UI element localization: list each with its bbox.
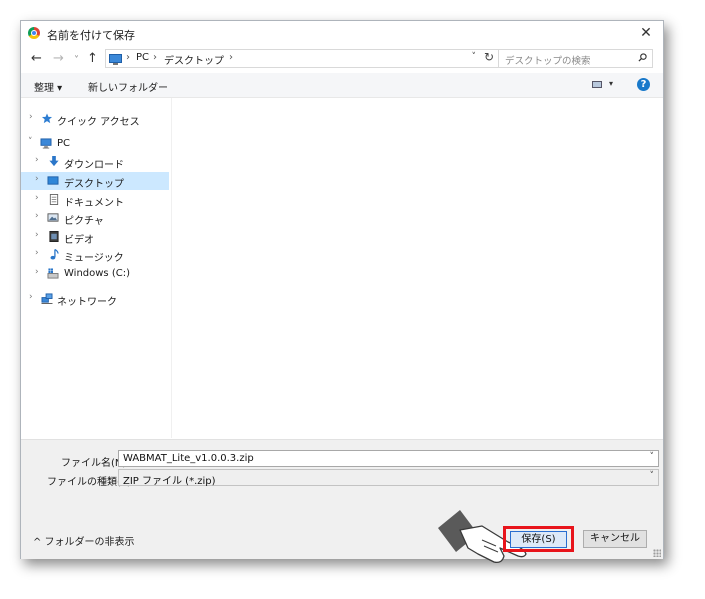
expand-chevron-icon[interactable]: › (35, 267, 39, 277)
chrome-icon (28, 27, 40, 39)
window-title: 名前を付けて保存 (47, 29, 135, 42)
tree-item-label: クイック アクセス (57, 117, 140, 128)
view-options-icon[interactable] (592, 81, 602, 88)
tree-item-music[interactable]: › ミュージック (21, 246, 169, 264)
filetype-select[interactable]: ZIP ファイル (*.zip) ˅ (118, 469, 659, 487)
drive-icon (47, 268, 59, 279)
expand-chevron-icon[interactable]: › (35, 248, 39, 258)
desktop-icon (47, 176, 59, 185)
save-as-dialog: 名前を付けて保存 ✕ ← → ˅ ↑ › PC › デスクトップ › ˅ ↻ デ… (20, 20, 664, 564)
navigation-pane: › クイック アクセス ˅ PC › ダウンロード › デスクトップ › ドキュ… (21, 98, 172, 438)
tree-item-pc[interactable]: ˅ PC (21, 135, 169, 153)
tree-item-label: ダウンロード (64, 160, 124, 171)
refresh-icon[interactable]: ↻ (484, 50, 494, 64)
music-icon (50, 249, 59, 260)
expand-chevron-icon[interactable]: › (29, 112, 33, 122)
expand-chevron-icon[interactable]: › (35, 211, 39, 221)
expand-chevron-icon[interactable]: › (35, 155, 39, 165)
up-button[interactable]: ↑ (87, 51, 98, 67)
close-button[interactable]: ✕ (637, 24, 655, 42)
breadcrumb-desktop[interactable]: デスクトップ (164, 52, 224, 67)
title-bar: 名前を付けて保存 ✕ (21, 21, 663, 47)
expand-chevron-icon[interactable]: › (35, 193, 39, 203)
search-input[interactable]: デスクトップの検索 (498, 49, 653, 68)
address-bar[interactable]: › PC › デスクトップ › ˅ ↻ (105, 49, 499, 68)
tree-item-label: Windows (C:) (64, 268, 130, 279)
tree-item-label: ミュージック (64, 253, 124, 264)
tree-item-label: デスクトップ (64, 179, 124, 190)
tree-item-label: PC (57, 138, 71, 149)
navigation-bar: ← → ˅ ↑ › PC › デスクトップ › ˅ ↻ デスクトップの検索 (21, 47, 663, 73)
tree-item-network[interactable]: › ネットワーク (21, 290, 169, 308)
back-button[interactable]: ← (31, 51, 42, 67)
save-button-highlight: 保存(S) (503, 526, 574, 552)
filename-input[interactable]: WABMAT_Lite_v1.0.0.3.zip ˅ (118, 450, 659, 467)
command-toolbar: 整理 ▾ 新しいフォルダー ▾ ? (21, 73, 663, 98)
breadcrumb-pc[interactable]: PC (136, 52, 149, 63)
pc-icon (109, 54, 122, 65)
breadcrumb-separator: › (229, 52, 233, 63)
breadcrumb-separator: › (153, 52, 157, 63)
star-icon (41, 113, 53, 124)
chevron-down-icon[interactable]: ˅ (650, 471, 655, 481)
search-placeholder: デスクトップの検索 (505, 56, 591, 67)
tree-item-videos[interactable]: › ビデオ (21, 228, 169, 246)
video-icon (49, 231, 59, 242)
tree-item-downloads[interactable]: › ダウンロード (21, 153, 169, 171)
help-icon[interactable]: ? (637, 78, 650, 91)
view-dropdown-button[interactable]: ▾ (609, 79, 613, 88)
breadcrumb-separator: › (126, 52, 130, 63)
cancel-button[interactable]: キャンセル (583, 530, 647, 548)
chevron-down-icon[interactable]: ˅ (650, 452, 655, 462)
search-icon[interactable] (638, 53, 647, 62)
forward-button[interactable]: → (53, 51, 64, 67)
address-dropdown-button[interactable]: ˅ (472, 52, 477, 62)
picture-icon (47, 213, 59, 222)
tree-item-label: ピクチャ (64, 216, 104, 227)
resize-grip-icon[interactable] (653, 549, 661, 557)
save-button[interactable]: 保存(S) (510, 531, 567, 548)
tree-item-documents[interactable]: › ドキュメント (21, 191, 169, 209)
save-form-panel: ファイル名(N): WABMAT_Lite_v1.0.0.3.zip ˅ ファイ… (21, 439, 663, 564)
hide-folders-button[interactable]: ^ フォルダーの非表示 (33, 533, 135, 548)
tree-item-quick-access[interactable]: › クイック アクセス (21, 110, 169, 128)
tree-item-label: ドキュメント (64, 198, 124, 209)
new-folder-button[interactable]: 新しいフォルダー (88, 79, 168, 94)
download-icon (49, 156, 59, 167)
expand-chevron-icon[interactable]: › (29, 292, 33, 302)
organize-button[interactable]: 整理 ▾ (34, 79, 62, 94)
tree-item-label: ビデオ (64, 235, 94, 246)
network-icon (41, 293, 53, 304)
tree-item-pictures[interactable]: › ピクチャ (21, 209, 169, 227)
document-icon (49, 194, 59, 205)
expand-chevron-icon[interactable]: › (35, 174, 39, 184)
tree-item-windows-drive[interactable]: › Windows (C:) (21, 265, 169, 283)
tree-item-desktop[interactable]: › デスクトップ (21, 172, 169, 190)
tree-item-label: ネットワーク (57, 297, 117, 308)
recent-locations-button[interactable]: ˅ (74, 53, 79, 69)
expand-chevron-icon[interactable]: › (35, 230, 39, 240)
file-list-area[interactable] (172, 98, 662, 438)
collapse-chevron-icon[interactable]: ˅ (28, 137, 33, 147)
filetype-value: ZIP ファイル (*.zip) (123, 476, 216, 487)
pc-icon (40, 138, 52, 149)
filename-value: WABMAT_Lite_v1.0.0.3.zip (123, 453, 254, 464)
